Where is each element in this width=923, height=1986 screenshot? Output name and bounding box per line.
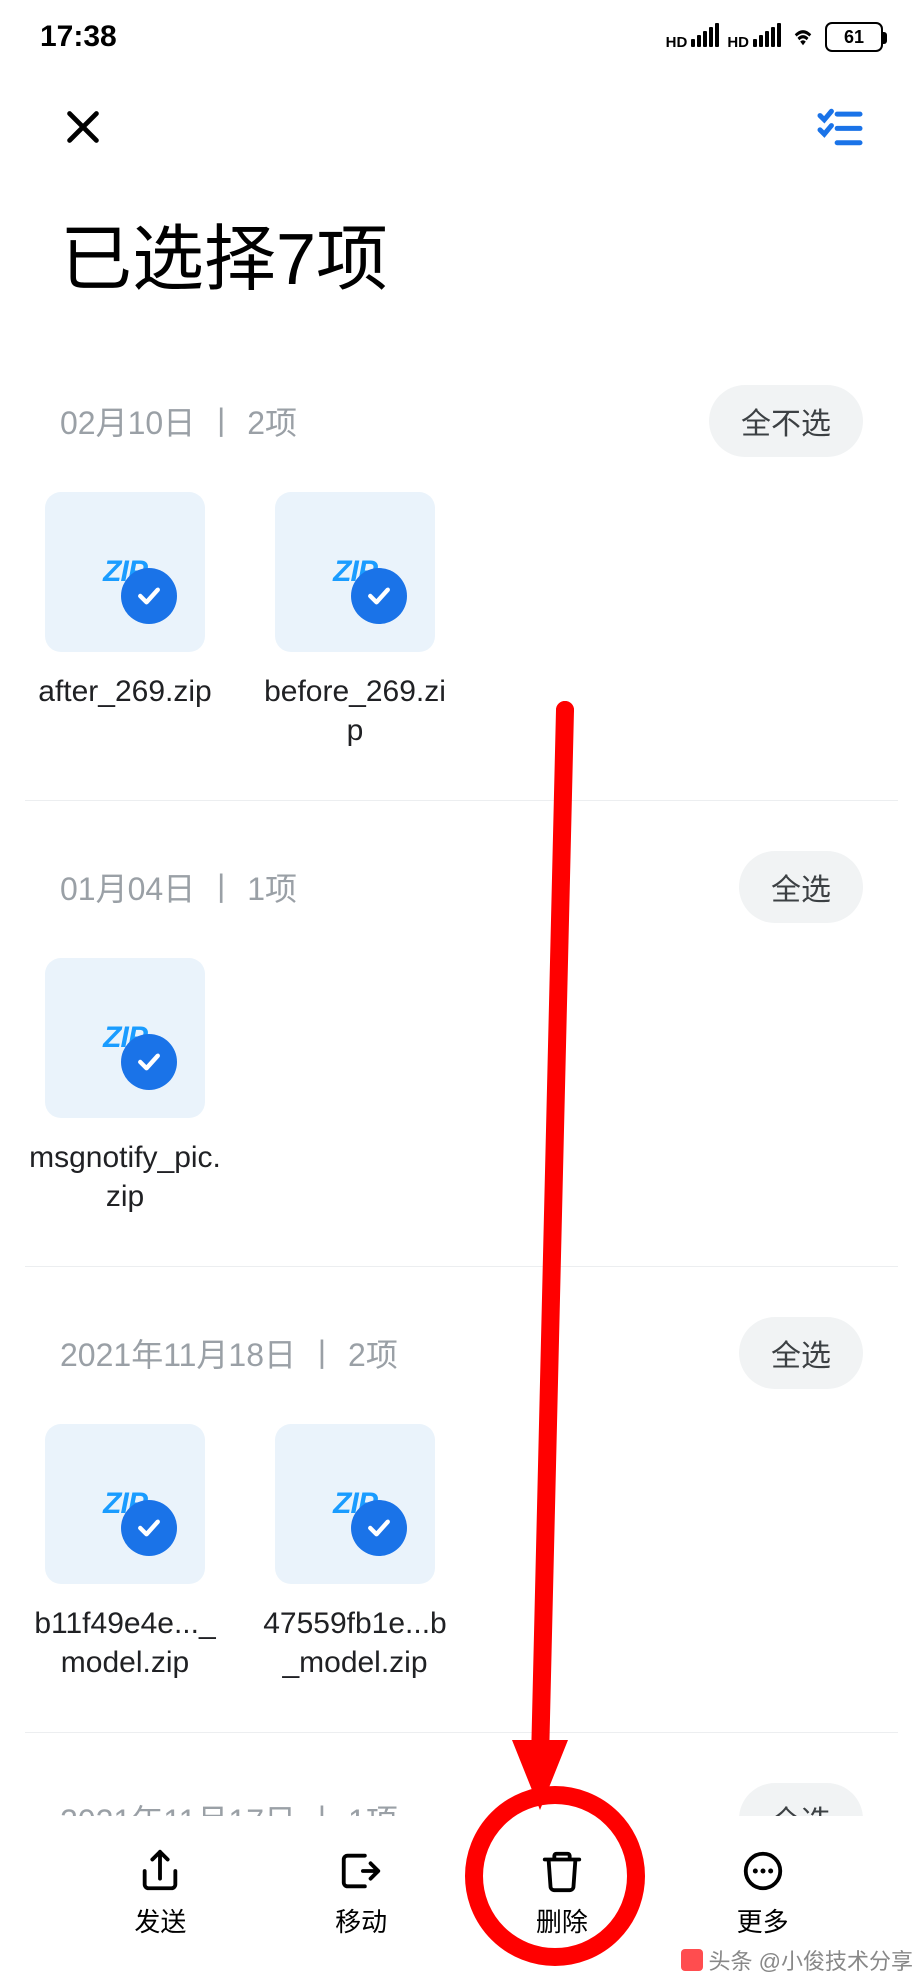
sim2-signal-icon: HD [727,23,781,51]
status-bar: 17:38 HD HD 61 [0,0,923,64]
selected-check-icon [351,568,407,624]
selected-check-icon [121,568,177,624]
watermark: 头条 @小俊技术分享 [681,1944,913,1976]
share-icon [137,1848,183,1894]
zip-file-icon: ZIP [275,1424,435,1584]
file-section: 01月04日丨1项 全选 ZIP msgnotify_pic.zip [0,821,923,1246]
status-indicators: HD HD 61 [666,22,883,52]
file-item[interactable]: ZIP 47559fb1e...b_model.zip [255,1424,455,1682]
delete-button[interactable]: 删除 [512,1848,612,1939]
section-date: 01月04日丨1项 [60,864,297,910]
divider [25,1266,898,1267]
status-time: 17:38 [40,20,117,54]
move-button[interactable]: 移动 [311,1848,411,1939]
file-item[interactable]: ZIP b11f49e4e..._model.zip [25,1424,225,1682]
section-date: 2021年11月18日丨2项 [60,1330,398,1376]
more-icon [740,1848,786,1894]
selected-check-icon [121,1034,177,1090]
header [0,64,923,170]
more-button[interactable]: 更多 [713,1848,813,1939]
selected-check-icon [351,1500,407,1556]
zip-file-icon: ZIP [45,1424,205,1584]
file-name: after_269.zip [25,672,225,711]
file-name: b11f49e4e..._model.zip [25,1604,225,1682]
select-all-button[interactable]: 全选 [739,1317,863,1389]
divider [25,1732,898,1733]
sim1-signal-icon: HD [666,23,720,51]
send-button[interactable]: 发送 [110,1848,210,1939]
zip-file-icon: ZIP [275,492,435,652]
watermark-icon [681,1949,703,1971]
file-item[interactable]: ZIP msgnotify_pic.zip [25,958,225,1216]
battery-icon: 61 [825,22,883,52]
close-icon[interactable] [60,104,106,150]
deselect-all-button[interactable]: 全不选 [709,385,863,457]
file-name: 47559fb1e...b_model.zip [255,1604,455,1682]
zip-file-icon: ZIP [45,492,205,652]
file-item[interactable]: ZIP before_269.zip [255,492,455,750]
divider [25,800,898,801]
select-all-toggle-icon[interactable] [817,107,863,147]
file-item[interactable]: ZIP after_269.zip [25,492,225,750]
wifi-icon [789,26,817,48]
file-name: msgnotify_pic.zip [25,1138,225,1216]
section-header: 2021年11月18日丨2项 全选 [25,1287,898,1414]
section-header: 01月04日丨1项 全选 [25,821,898,948]
section-header: 02月10日丨2项 全不选 [25,355,898,482]
page-title: 已选择7项 [0,170,923,355]
section-date: 02月10日丨2项 [60,398,297,444]
zip-file-icon: ZIP [45,958,205,1118]
select-all-button[interactable]: 全选 [739,851,863,923]
file-section: 02月10日丨2项 全不选 ZIP after_269.zip ZIP befo… [0,355,923,780]
move-icon [338,1848,384,1894]
selected-check-icon [121,1500,177,1556]
file-name: before_269.zip [255,672,455,750]
file-section: 2021年11月18日丨2项 全选 ZIP b11f49e4e..._model… [0,1287,923,1712]
trash-icon [539,1848,585,1894]
